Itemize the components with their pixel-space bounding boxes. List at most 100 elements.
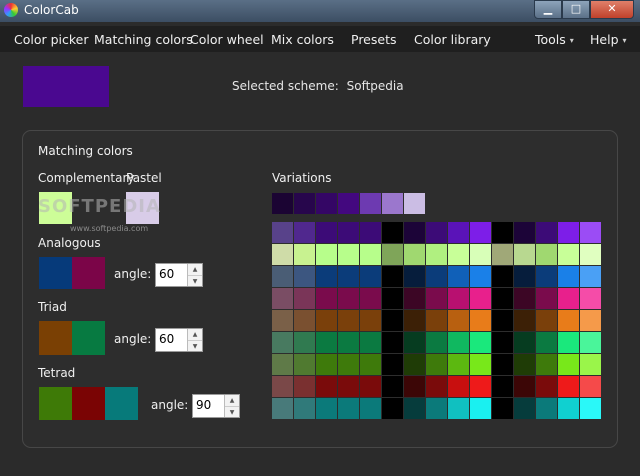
variation-grid-cell[interactable] (382, 244, 403, 265)
variation-grid-cell[interactable] (514, 332, 535, 353)
variation-grid-cell[interactable] (558, 244, 579, 265)
variation-grid-cell[interactable] (382, 222, 403, 243)
variation-grid-cell[interactable] (514, 266, 535, 287)
variation-strip-swatch[interactable] (360, 193, 381, 214)
variation-grid-cell[interactable] (514, 398, 535, 419)
variation-grid-cell[interactable] (294, 376, 315, 397)
triad-angle-stepper[interactable]: 60 ▲ ▼ (155, 328, 203, 352)
variation-grid-cell[interactable] (426, 266, 447, 287)
variation-grid-cell[interactable] (536, 354, 557, 375)
menu-presets[interactable]: Presets (351, 32, 397, 47)
variation-grid-cell[interactable] (536, 376, 557, 397)
variation-grid-cell[interactable] (470, 376, 491, 397)
analogous-swatch-1[interactable] (39, 257, 72, 289)
variation-grid-cell[interactable] (558, 376, 579, 397)
menu-color-wheel[interactable]: Color wheel (190, 32, 264, 47)
variation-grid-cell[interactable] (448, 332, 469, 353)
variation-grid-cell[interactable] (558, 266, 579, 287)
variation-grid-cell[interactable] (536, 310, 557, 331)
variation-grid-cell[interactable] (580, 266, 601, 287)
variation-grid-cell[interactable] (382, 332, 403, 353)
variation-grid-cell[interactable] (558, 398, 579, 419)
variation-grid-cell[interactable] (272, 288, 293, 309)
variation-grid-cell[interactable] (492, 266, 513, 287)
tetrad-swatch-2[interactable] (72, 387, 105, 420)
variation-grid-cell[interactable] (536, 332, 557, 353)
variation-grid-cell[interactable] (338, 244, 359, 265)
selected-color-swatch[interactable] (23, 66, 109, 107)
tetrad-angle-stepper[interactable]: 90 ▲ ▼ (192, 394, 240, 418)
variation-grid-cell[interactable] (294, 310, 315, 331)
tetrad-swatch-1[interactable] (39, 387, 72, 420)
variation-grid-cell[interactable] (448, 354, 469, 375)
stepper-up-icon[interactable]: ▲ (188, 264, 202, 276)
variation-grid-cell[interactable] (360, 376, 381, 397)
variation-grid-cell[interactable] (404, 310, 425, 331)
variation-grid-cell[interactable] (404, 266, 425, 287)
variation-grid-cell[interactable] (382, 266, 403, 287)
stepper-up-icon[interactable]: ▲ (188, 329, 202, 341)
variation-grid-cell[interactable] (470, 398, 491, 419)
variation-strip-swatch[interactable] (338, 193, 359, 214)
menu-mix-colors[interactable]: Mix colors (271, 32, 334, 47)
variation-grid-cell[interactable] (514, 244, 535, 265)
variation-grid-cell[interactable] (514, 310, 535, 331)
variation-grid-cell[interactable] (404, 244, 425, 265)
variation-grid-cell[interactable] (294, 222, 315, 243)
menu-matching-colors[interactable]: Matching colors (94, 32, 193, 47)
variation-grid-cell[interactable] (580, 310, 601, 331)
stepper-down-icon[interactable]: ▼ (188, 276, 202, 287)
variation-grid-cell[interactable] (426, 310, 447, 331)
variation-grid-cell[interactable] (338, 310, 359, 331)
variation-strip-swatch[interactable] (404, 193, 425, 214)
variation-grid-cell[interactable] (558, 288, 579, 309)
variation-grid-cell[interactable] (536, 244, 557, 265)
variation-grid-cell[interactable] (448, 310, 469, 331)
variation-grid-cell[interactable] (404, 288, 425, 309)
variation-grid-cell[interactable] (404, 376, 425, 397)
variation-grid-cell[interactable] (316, 398, 337, 419)
variation-grid-cell[interactable] (294, 288, 315, 309)
variation-strip-swatch[interactable] (272, 193, 293, 214)
variation-grid-cell[interactable] (514, 222, 535, 243)
variation-grid-cell[interactable] (448, 376, 469, 397)
variation-grid-cell[interactable] (426, 398, 447, 419)
variation-grid-cell[interactable] (448, 266, 469, 287)
variation-grid-cell[interactable] (294, 398, 315, 419)
variation-grid-cell[interactable] (580, 398, 601, 419)
menu-color-library[interactable]: Color library (414, 32, 491, 47)
variation-grid-cell[interactable] (558, 354, 579, 375)
variation-grid-cell[interactable] (426, 288, 447, 309)
variation-grid-cell[interactable] (470, 244, 491, 265)
variation-grid-cell[interactable] (426, 332, 447, 353)
variation-grid-cell[interactable] (470, 332, 491, 353)
variation-grid-cell[interactable] (272, 398, 293, 419)
variation-grid-cell[interactable] (360, 332, 381, 353)
stepper-down-icon[interactable]: ▼ (188, 341, 202, 352)
variation-grid-cell[interactable] (470, 266, 491, 287)
variation-grid-cell[interactable] (360, 222, 381, 243)
variation-grid-cell[interactable] (272, 244, 293, 265)
variation-grid-cell[interactable] (272, 354, 293, 375)
variation-grid-cell[interactable] (404, 354, 425, 375)
variation-grid-cell[interactable] (316, 310, 337, 331)
variation-grid-cell[interactable] (514, 288, 535, 309)
variation-grid-cell[interactable] (338, 266, 359, 287)
variation-grid-cell[interactable] (492, 310, 513, 331)
menu-tools[interactable]: Tools ▾ (535, 32, 574, 47)
stepper-up-icon[interactable]: ▲ (225, 395, 239, 407)
variation-grid-cell[interactable] (338, 376, 359, 397)
variation-grid-cell[interactable] (294, 332, 315, 353)
variation-grid-cell[interactable] (316, 354, 337, 375)
menu-color-picker[interactable]: Color picker (14, 32, 89, 47)
analogous-angle-stepper[interactable]: 60 ▲ ▼ (155, 263, 203, 287)
variation-grid-cell[interactable] (338, 288, 359, 309)
menu-help[interactable]: Help ▾ (590, 32, 627, 47)
variation-grid-cell[interactable] (448, 288, 469, 309)
variation-grid-cell[interactable] (294, 244, 315, 265)
variation-grid-cell[interactable] (338, 354, 359, 375)
variation-grid-cell[interactable] (360, 244, 381, 265)
variation-grid-cell[interactable] (470, 288, 491, 309)
variation-grid-cell[interactable] (514, 376, 535, 397)
variation-grid-cell[interactable] (338, 222, 359, 243)
